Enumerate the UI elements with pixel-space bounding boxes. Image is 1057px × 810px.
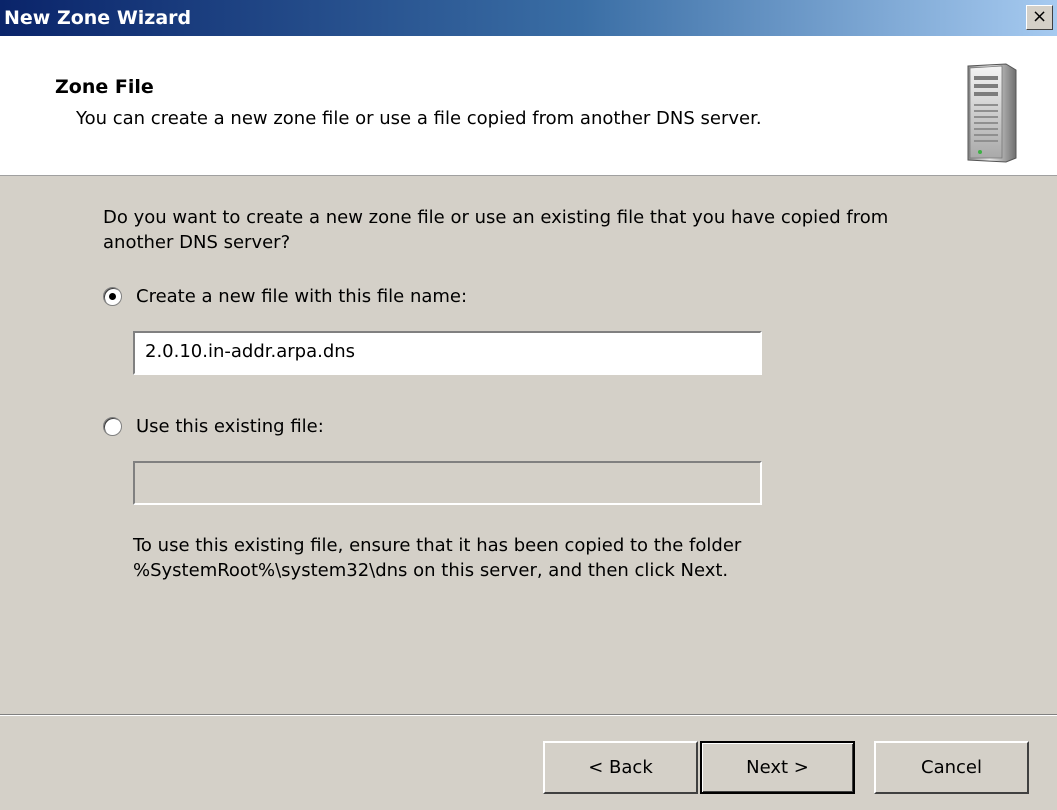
back-button[interactable]: < Back: [543, 741, 698, 794]
wizard-content: Do you want to create a new zone file or…: [0, 177, 1057, 714]
question-text: Do you want to create a new zone file or…: [103, 207, 889, 253]
title-bar: New Zone Wizard ×: [0, 0, 1057, 36]
close-icon: ×: [1031, 6, 1048, 27]
use-existing-file-label: Use this existing file:: [136, 415, 324, 437]
existing-file-note: To use this existing file, ensure that i…: [133, 535, 742, 581]
footer-separator: [0, 714, 1057, 716]
server-icon: [967, 63, 1017, 163]
cancel-button[interactable]: Cancel: [874, 741, 1029, 794]
close-button[interactable]: ×: [1026, 5, 1053, 30]
create-new-file-option[interactable]: Create a new file with this file name:: [103, 283, 467, 309]
page-title: Zone File: [55, 76, 154, 98]
create-new-file-label: Create a new file with this file name:: [136, 285, 468, 307]
wizard-header: Zone File You can create a new zone file…: [0, 36, 1057, 176]
existing-file-input[interactable]: [133, 461, 762, 505]
use-existing-file-option[interactable]: Use this existing file:: [103, 413, 324, 439]
page-subtitle: You can create a new zone file or use a …: [76, 108, 762, 129]
next-button[interactable]: Next >: [700, 741, 855, 794]
radio-create-new-file[interactable]: [103, 286, 122, 306]
window-title: New Zone Wizard: [4, 7, 192, 29]
new-file-name-input[interactable]: 2.0.10.in-addr.arpa.dns: [133, 331, 762, 375]
radio-use-existing-file[interactable]: [103, 416, 122, 436]
